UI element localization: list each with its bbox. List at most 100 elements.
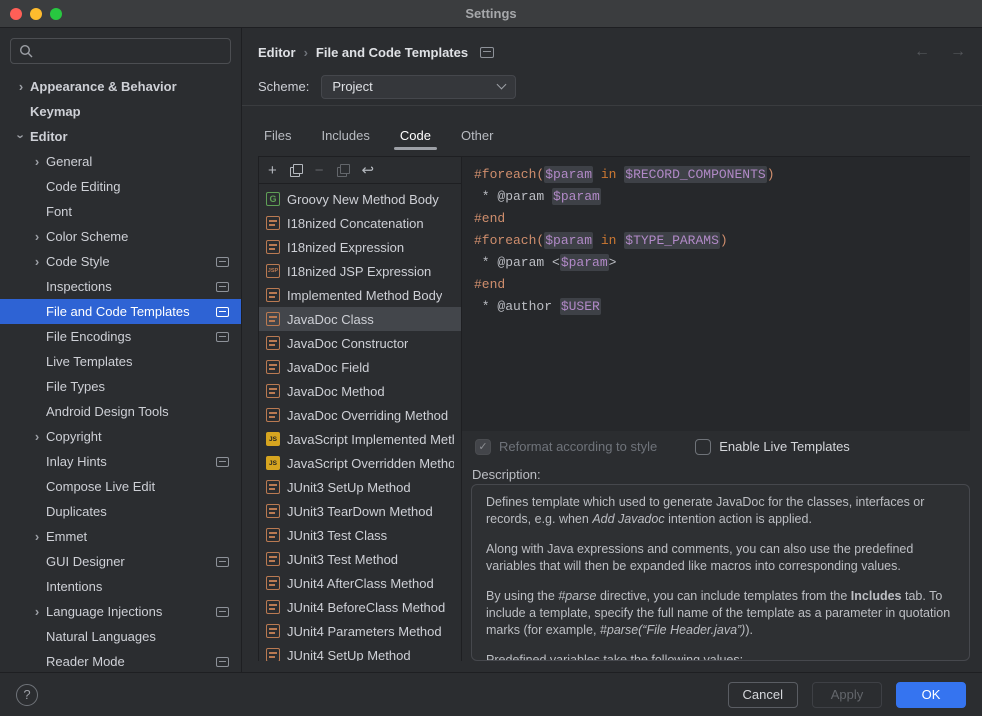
sidebar-item-android-design-tools[interactable]: Android Design Tools xyxy=(0,399,241,424)
template-item-junit4-afterclass-method[interactable]: JUnit4 AfterClass Method xyxy=(259,571,461,595)
jsp-file-icon: JSP xyxy=(266,264,280,278)
cancel-button[interactable]: Cancel xyxy=(728,682,798,708)
template-item-junit4-parameters-method[interactable]: JUnit4 Parameters Method xyxy=(259,619,461,643)
sidebar-item-language-injections[interactable]: ›Language Injections xyxy=(0,599,241,624)
template-item-junit3-test-method[interactable]: JUnit3 Test Method xyxy=(259,547,461,571)
template-item-label: JavaDoc Overriding Method xyxy=(287,408,448,423)
sidebar-item-compose-live-edit[interactable]: Compose Live Edit xyxy=(0,474,241,499)
template-item-junit4-beforeclass-method[interactable]: JUnit4 BeforeClass Method xyxy=(259,595,461,619)
template-item-javadoc-constructor[interactable]: JavaDoc Constructor xyxy=(259,331,461,355)
live-templates-checkbox[interactable] xyxy=(695,439,711,455)
chevron-right-icon[interactable]: › xyxy=(28,605,46,618)
template-item-i18nized-jsp-expression[interactable]: JSP I18nized JSP Expression xyxy=(259,259,461,283)
code-line: * @param <$param> xyxy=(474,252,960,274)
scheme-select[interactable]: Project xyxy=(321,75,516,99)
dialog-buttons: Cancel Apply OK xyxy=(728,682,966,708)
sidebar-item-keymap[interactable]: Keymap xyxy=(0,99,241,124)
sidebar-item-color-scheme[interactable]: ›Color Scheme xyxy=(0,224,241,249)
reformat-label[interactable]: Reformat according to style xyxy=(499,439,657,454)
template-item-implemented-method-body[interactable]: Implemented Method Body xyxy=(259,283,461,307)
tab-other[interactable]: Other xyxy=(455,128,500,156)
chevron-down-icon[interactable]: › xyxy=(15,128,28,146)
sidebar-item-emmet[interactable]: ›Emmet xyxy=(0,524,241,549)
sidebar-item-code-style[interactable]: ›Code Style xyxy=(0,249,241,274)
chevron-right-icon[interactable]: › xyxy=(28,530,46,543)
code-line: #end xyxy=(474,208,960,230)
sidebar-item-editor[interactable]: ›Editor xyxy=(0,124,241,149)
duplicate-template-button[interactable] xyxy=(337,164,349,176)
template-list: GGroovy New Method BodyI18nized Concaten… xyxy=(259,184,461,661)
tab-includes[interactable]: Includes xyxy=(315,128,375,156)
back-arrow-icon[interactable]: ← xyxy=(914,43,930,61)
template-item-javadoc-class[interactable]: JavaDoc Class xyxy=(259,307,461,331)
tab-files[interactable]: Files xyxy=(258,128,297,156)
sidebar-item-label: Code Editing xyxy=(46,179,120,194)
sidebar-item-gui-designer[interactable]: GUI Designer xyxy=(0,549,241,574)
template-editor[interactable]: #foreach($param in $RECORD_COMPONENTS) *… xyxy=(462,157,970,431)
template-item-javadoc-method[interactable]: JavaDoc Method xyxy=(259,379,461,403)
sidebar-item-font[interactable]: Font xyxy=(0,199,241,224)
sidebar-item-general[interactable]: ›General xyxy=(0,149,241,174)
help-button[interactable]: ? xyxy=(16,684,38,706)
chevron-right-icon[interactable]: › xyxy=(12,80,30,93)
template-item-label: I18nized JSP Expression xyxy=(287,264,431,279)
sidebar-item-inlay-hints[interactable]: Inlay Hints xyxy=(0,449,241,474)
chevron-right-icon[interactable]: › xyxy=(28,230,46,243)
screen-icon xyxy=(216,557,229,567)
add-template-button[interactable]: + xyxy=(268,163,277,178)
settings-search-box[interactable] xyxy=(10,38,231,64)
template-item-junit4-setup-method[interactable]: JUnit4 SetUp Method xyxy=(259,643,461,661)
template-file-icon xyxy=(266,576,280,590)
sidebar-item-code-editing[interactable]: Code Editing xyxy=(0,174,241,199)
screen-icon xyxy=(216,657,229,667)
reformat-checkbox[interactable]: ✓ xyxy=(475,439,491,455)
forward-arrow-icon[interactable]: → xyxy=(950,43,966,61)
scheme-value: Project xyxy=(332,79,372,94)
ok-button[interactable]: OK xyxy=(896,682,966,708)
sidebar-item-reader-mode[interactable]: Reader Mode xyxy=(0,649,241,672)
template-file-icon xyxy=(266,240,280,254)
sidebar-item-label: Android Design Tools xyxy=(46,404,169,419)
template-item-junit3-teardown-method[interactable]: JUnit3 TearDown Method xyxy=(259,499,461,523)
sidebar-item-file-and-code-templates[interactable]: File and Code Templates xyxy=(0,299,241,324)
zoom-window-button[interactable] xyxy=(50,8,62,20)
minimize-window-button[interactable] xyxy=(30,8,42,20)
sidebar-item-appearance-behavior[interactable]: ›Appearance & Behavior xyxy=(0,74,241,99)
sidebar-item-file-encodings[interactable]: File Encodings xyxy=(0,324,241,349)
template-item-javascript-overridden-method[interactable]: JSJavaScript Overridden Method xyxy=(259,451,461,475)
sidebar-item-file-types[interactable]: File Types xyxy=(0,374,241,399)
copy-icon xyxy=(337,164,349,176)
apply-button[interactable]: Apply xyxy=(812,682,882,708)
tab-code[interactable]: Code xyxy=(394,128,437,156)
search-input[interactable] xyxy=(39,44,222,59)
template-item-i18nized-expression[interactable]: I18nized Expression xyxy=(259,235,461,259)
template-item-javadoc-field[interactable]: JavaDoc Field xyxy=(259,355,461,379)
sidebar-item-label: Intentions xyxy=(46,579,102,594)
chevron-right-icon[interactable]: › xyxy=(28,430,46,443)
template-item-junit3-setup-method[interactable]: JUnit3 SetUp Method xyxy=(259,475,461,499)
live-templates-label[interactable]: Enable Live Templates xyxy=(719,439,850,454)
chevron-right-icon[interactable]: › xyxy=(28,155,46,168)
template-item-label: JavaDoc Constructor xyxy=(287,336,408,351)
template-item-label: JavaDoc Class xyxy=(287,312,374,327)
template-item-junit3-test-class[interactable]: JUnit3 Test Class xyxy=(259,523,461,547)
close-window-button[interactable] xyxy=(10,8,22,20)
reset-to-default-button[interactable]: ↩ xyxy=(362,163,375,178)
template-item-javadoc-overriding-method[interactable]: JavaDoc Overriding Method xyxy=(259,403,461,427)
copy-template-button[interactable] xyxy=(290,164,302,176)
template-item-javascript-implemented-method[interactable]: JSJavaScript Implemented Method xyxy=(259,427,461,451)
sidebar-item-label: Language Injections xyxy=(46,604,162,619)
template-file-icon xyxy=(266,528,280,542)
breadcrumb-editor[interactable]: Editor xyxy=(258,45,296,60)
remove-template-button[interactable]: − xyxy=(315,163,324,178)
sidebar-item-label: Natural Languages xyxy=(46,629,156,644)
sidebar-item-natural-languages[interactable]: Natural Languages xyxy=(0,624,241,649)
sidebar-item-intentions[interactable]: Intentions xyxy=(0,574,241,599)
sidebar-item-duplicates[interactable]: Duplicates xyxy=(0,499,241,524)
template-item-groovy-new-method-body[interactable]: GGroovy New Method Body xyxy=(259,187,461,211)
chevron-right-icon[interactable]: › xyxy=(28,255,46,268)
template-item-i18nized-concatenation[interactable]: I18nized Concatenation xyxy=(259,211,461,235)
sidebar-item-copyright[interactable]: ›Copyright xyxy=(0,424,241,449)
sidebar-item-inspections[interactable]: Inspections xyxy=(0,274,241,299)
sidebar-item-live-templates[interactable]: Live Templates xyxy=(0,349,241,374)
